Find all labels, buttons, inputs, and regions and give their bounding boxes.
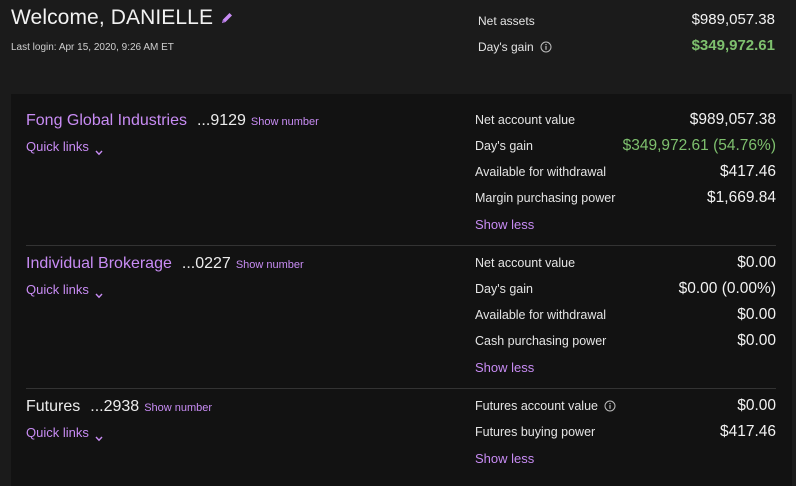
futures-account-value: $0.00 bbox=[737, 397, 776, 414]
show-number-link[interactable]: Show number bbox=[144, 402, 212, 414]
net-account-value: $0.00 bbox=[737, 254, 776, 271]
account-number: ...2938 bbox=[90, 398, 140, 415]
chevron-down-icon bbox=[95, 430, 103, 441]
welcome-heading: Welcome, DANIELLE bbox=[11, 6, 234, 30]
info-icon[interactable] bbox=[540, 41, 552, 53]
show-less-link[interactable]: Show less bbox=[475, 360, 534, 375]
days-gain-label-text: Day's gain bbox=[478, 40, 534, 54]
days-gain-label: Day's gain bbox=[475, 282, 533, 296]
net-account-value-label: Net account value bbox=[475, 256, 576, 270]
net-assets-label: Net assets bbox=[478, 14, 535, 28]
account-card-futures: Futures ...2938 Show number Quick links … bbox=[26, 397, 776, 478]
days-gain-label: Day's gain bbox=[475, 139, 533, 153]
account-card-fong-global: Fong Global Industries ...9129 Show numb… bbox=[26, 111, 776, 237]
days-gain-value: $349,972.61 bbox=[691, 37, 775, 54]
welcome-text: Welcome, DANIELLE bbox=[11, 6, 214, 29]
page-header: Welcome, DANIELLE Last login: Apr 15, 20… bbox=[0, 0, 796, 74]
show-number-link[interactable]: Show number bbox=[236, 259, 304, 271]
cash-purchasing-power-value: $0.00 bbox=[737, 332, 776, 349]
pencil-icon[interactable] bbox=[220, 11, 234, 25]
days-gain-value: $349,972.61 (54.76%) bbox=[622, 137, 776, 154]
account-number: ...0227 bbox=[181, 255, 231, 272]
show-number-link[interactable]: Show number bbox=[251, 116, 319, 128]
account-header: Futures ...2938 Show number bbox=[26, 398, 212, 416]
futures-account-value-label: Futures account value bbox=[475, 399, 616, 413]
account-name[interactable]: Futures bbox=[26, 398, 80, 416]
quick-links-label: Quick links bbox=[26, 139, 89, 154]
available-withdrawal-label: Available for withdrawal bbox=[475, 165, 607, 179]
divider bbox=[26, 245, 776, 246]
quick-links-dropdown[interactable]: Quick links bbox=[26, 425, 103, 441]
net-account-value-label: Net account value bbox=[475, 113, 576, 127]
quick-links-dropdown[interactable]: Quick links bbox=[26, 282, 103, 298]
available-withdrawal-label: Available for withdrawal bbox=[475, 308, 607, 322]
show-less-link[interactable]: Show less bbox=[475, 451, 534, 466]
account-name-link[interactable]: Fong Global Industries bbox=[26, 112, 187, 130]
net-assets-label-text: Net assets bbox=[478, 14, 535, 28]
quick-links-dropdown[interactable]: Quick links bbox=[26, 139, 103, 155]
quick-links-label: Quick links bbox=[26, 282, 89, 297]
divider bbox=[26, 388, 776, 389]
chevron-down-icon bbox=[95, 287, 103, 298]
margin-purchasing-power-label: Margin purchasing power bbox=[475, 191, 616, 205]
quick-links-label: Quick links bbox=[26, 425, 89, 440]
chevron-down-icon bbox=[95, 144, 103, 155]
futures-buying-power-value: $417.46 bbox=[719, 423, 776, 440]
show-less-link[interactable]: Show less bbox=[475, 217, 534, 232]
account-name-link[interactable]: Individual Brokerage bbox=[26, 255, 172, 273]
accounts-panel: Fong Global Industries ...9129 Show numb… bbox=[11, 94, 792, 486]
cash-purchasing-power-label: Cash purchasing power bbox=[475, 334, 607, 348]
days-gain-label: Day's gain bbox=[478, 40, 552, 54]
net-account-value: $989,057.38 bbox=[689, 111, 776, 128]
net-assets-value: $989,057.38 bbox=[691, 11, 775, 28]
account-card-individual-brokerage: Individual Brokerage ...0227 Show number… bbox=[26, 254, 776, 380]
futures-buying-power-label: Futures buying power bbox=[475, 425, 596, 439]
info-icon[interactable] bbox=[604, 400, 616, 412]
available-withdrawal-value: $0.00 bbox=[737, 306, 776, 323]
futures-account-value-label-text: Futures account value bbox=[475, 399, 598, 413]
account-header: Fong Global Industries ...9129 Show numb… bbox=[26, 112, 319, 130]
last-login: Last login: Apr 15, 2020, 9:26 AM ET bbox=[11, 42, 174, 53]
available-withdrawal-value: $417.46 bbox=[719, 163, 776, 180]
margin-purchasing-power-value: $1,669.84 bbox=[707, 189, 776, 206]
days-gain-value: $0.00 (0.00%) bbox=[678, 280, 776, 297]
account-number: ...9129 bbox=[196, 112, 246, 129]
account-header: Individual Brokerage ...0227 Show number bbox=[26, 255, 304, 273]
